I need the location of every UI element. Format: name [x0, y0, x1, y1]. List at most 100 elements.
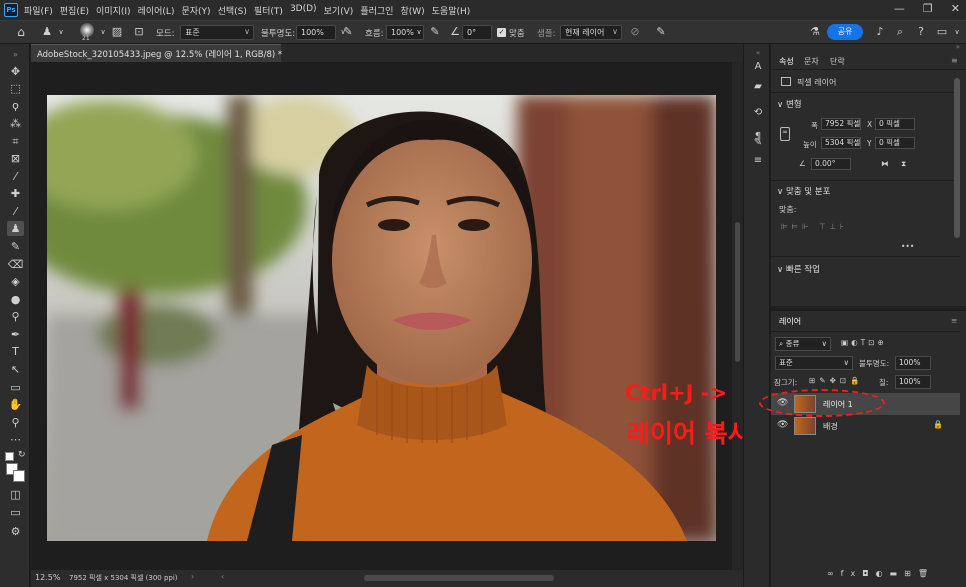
menu-filter[interactable]: 필터(T) — [254, 4, 283, 17]
properties-scrollbar[interactable] — [954, 78, 960, 238]
default-colors-icon[interactable] — [5, 452, 14, 461]
menu-image[interactable]: 이미지(I) — [96, 4, 131, 17]
pen-tool-icon[interactable]: ✒ — [7, 327, 24, 342]
history-brush-tool-icon[interactable]: ✎ — [7, 239, 24, 254]
workspace-icon[interactable]: ▭ — [935, 25, 949, 39]
menu-type[interactable]: 문자(Y) — [181, 4, 210, 17]
y-input[interactable]: 0 픽셀 — [875, 137, 915, 149]
vertical-scrollbar[interactable] — [732, 62, 743, 570]
hand-tool-icon[interactable]: ✋ — [7, 397, 24, 412]
quick-mask-icon[interactable]: ◫ — [7, 487, 24, 502]
lasso-tool-icon[interactable]: ϙ — [7, 98, 24, 113]
rectangle-tool-icon[interactable]: ▭ — [7, 380, 24, 395]
type-tool-icon[interactable]: T — [7, 344, 24, 359]
document-image[interactable] — [47, 95, 716, 541]
flip-vertical-icon[interactable]: ⧗ — [901, 159, 906, 169]
scroll-thumb[interactable] — [735, 222, 740, 362]
comments-icon[interactable]: ▰ — [751, 80, 765, 94]
width-input[interactable]: 7952 픽셀 — [821, 118, 861, 130]
flask-icon[interactable]: ⚗ — [808, 25, 822, 39]
menu-window[interactable]: 창(W) — [400, 4, 424, 17]
chevron-down-icon[interactable]: ∨ — [412, 25, 426, 39]
lock-icons[interactable]: ⊞✎✥⊡🔒 — [809, 376, 863, 385]
airbrush-icon[interactable]: ✎ — [428, 25, 442, 39]
pressure-opacity-icon[interactable]: ✎ — [341, 25, 355, 39]
menu-view[interactable]: 보기(V) — [324, 4, 354, 17]
home-icon[interactable]: ⌂ — [14, 25, 28, 39]
chevron-down-icon[interactable]: ∨ — [96, 25, 110, 39]
healing-brush-tool-icon[interactable]: ✚ — [7, 186, 24, 201]
screen-mode-icon[interactable]: ▭ — [7, 505, 24, 520]
blend-mode-select[interactable]: 표준 ∨ — [775, 356, 853, 370]
character-panel-icon[interactable]: A — [751, 60, 765, 74]
menu-help[interactable]: 도움말(H) — [432, 4, 471, 17]
more-options[interactable]: ••• — [901, 242, 914, 251]
scroll-left-icon[interactable]: ‹ — [221, 572, 224, 581]
help-icon[interactable]: ? — [914, 25, 928, 39]
lock-icon[interactable]: 🔒 — [933, 420, 943, 429]
tab-character[interactable]: 문자 — [804, 56, 819, 67]
document-info[interactable]: 7952 픽셀 x 5304 픽셀 (300 ppi) — [69, 573, 178, 583]
align-buttons-icon[interactable]: ⊫⊨⊩ ⊤⊥⊦ — [781, 222, 848, 231]
collapse-icon[interactable]: » — [7, 47, 24, 62]
layer-row[interactable]: 👁 배경 🔒 — [771, 415, 960, 437]
zoom-level[interactable]: 12.5% — [35, 573, 60, 582]
collapse-icon[interactable]: « — [751, 46, 765, 60]
chevron-down-icon[interactable]: ∨ — [54, 25, 68, 39]
minimize-icon[interactable]: — — [894, 2, 905, 15]
brush-settings-icon[interactable]: ▨ — [110, 25, 124, 39]
menu-file[interactable]: 파일(F) — [24, 4, 53, 17]
search-icon[interactable]: ⌕ — [893, 25, 907, 39]
magic-wand-tool-icon[interactable]: ⁂ — [7, 116, 24, 131]
sample-select[interactable]: 현재 레이어 ∨ — [560, 25, 622, 40]
close-icon[interactable]: ✕ — [951, 2, 960, 15]
move-tool-icon[interactable]: ✥ — [7, 64, 24, 79]
tab-properties[interactable]: 속성 — [779, 56, 794, 67]
angle-input[interactable]: 0° — [462, 25, 492, 40]
horizontal-scrollbar-thumb[interactable] — [364, 575, 554, 581]
menu-plugins[interactable]: 플러그인 — [360, 4, 393, 17]
link-icon[interactable]: ∞ — [780, 127, 790, 141]
menu-layer[interactable]: 레이어(L) — [138, 4, 175, 17]
paint-bucket-tool-icon[interactable]: ◈ — [7, 274, 24, 289]
filter-icons[interactable]: ▣◐T⊡⊕ — [841, 338, 887, 347]
fill-input[interactable]: 100% — [895, 375, 931, 389]
eyedropper-tool-icon[interactable]: ⁄ — [7, 169, 24, 184]
x-input[interactable]: 0 픽셀 — [875, 118, 915, 130]
path-selection-tool-icon[interactable]: ↖ — [7, 362, 24, 377]
extras-icon[interactable]: ⚙ — [7, 524, 24, 539]
menu-edit[interactable]: 편집(E) — [60, 4, 89, 17]
brush-settings-icon[interactable]: ✎ — [751, 136, 765, 150]
share-button[interactable]: 공유 — [827, 24, 863, 40]
brush-tool-icon[interactable]: ⁄ — [7, 204, 24, 219]
chevron-down-icon[interactable]: ∨ — [950, 25, 964, 39]
dodge-tool-icon[interactable]: ⚲ — [7, 309, 24, 324]
rotation-input[interactable]: 0.00° — [811, 158, 851, 170]
eye-icon[interactable]: 👁 — [777, 420, 788, 430]
layer-opacity-input[interactable]: 100% — [895, 356, 931, 370]
layer-filter-select[interactable]: ⌕ 종류 ∨ — [775, 337, 831, 351]
quick-actions-section[interactable]: ∨ 빠른 작업 — [777, 263, 820, 275]
zoom-tool-icon[interactable]: ⚲ — [7, 415, 24, 430]
bell-icon[interactable]: ♪ — [873, 25, 887, 39]
layer-actions-bar[interactable]: ∞fx◘◐▬⊞🗑 — [827, 569, 935, 578]
ignore-adjustment-icon[interactable]: ⊘ — [628, 25, 642, 39]
opacity-input[interactable]: 100% — [296, 25, 336, 40]
transform-section[interactable]: ∨ 변형 — [777, 98, 802, 110]
document-tab[interactable]: AdobeStock_320105433.jpeg @ 12.5% (레이어 1… — [31, 44, 282, 62]
status-arrow-icon[interactable]: › — [191, 572, 194, 581]
menu-select[interactable]: 선택(S) — [218, 4, 247, 17]
frame-tool-icon[interactable]: ⊠ — [7, 151, 24, 166]
tab-paragraph[interactable]: 단락 — [830, 56, 845, 67]
pressure-size-icon[interactable]: ✎ — [654, 25, 668, 39]
background-color[interactable] — [13, 470, 25, 482]
mode-select[interactable]: 표준 ∨ — [180, 25, 254, 40]
align-section[interactable]: ∨ 맞춤 및 분포 — [777, 185, 830, 197]
tab-layers[interactable]: 레이어 — [779, 316, 801, 327]
aligned-checkbox[interactable]: ✓ — [497, 28, 506, 37]
swap-colors-icon[interactable]: ↻ — [18, 450, 26, 460]
crop-tool-icon[interactable]: ⌗ — [7, 134, 24, 149]
eraser-tool-icon[interactable]: ⌫ — [7, 257, 24, 272]
panel-menu-icon[interactable]: ≡ — [951, 316, 957, 325]
clone-stamp-tool-icon[interactable]: ♟ — [7, 221, 24, 236]
